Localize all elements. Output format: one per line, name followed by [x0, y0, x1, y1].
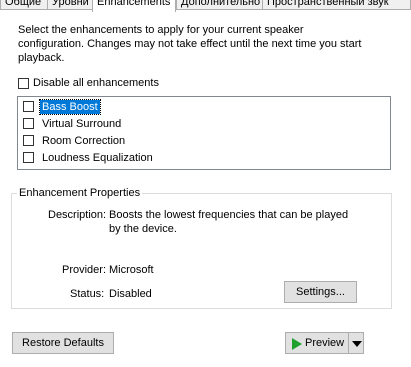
- intro-text-line-3: playback.: [18, 52, 65, 64]
- restore-defaults-button[interactable]: Restore Defaults: [12, 332, 114, 354]
- bass-boost-checkbox[interactable]: [23, 101, 34, 112]
- disable-all-label: Disable all enhancements: [33, 77, 159, 89]
- enhancement-item-virtual-surround[interactable]: Virtual Surround: [18, 116, 218, 132]
- preview-dropdown-button[interactable]: [348, 332, 364, 354]
- enhancement-label: Bass Boost: [39, 99, 101, 115]
- loudness-equalization-checkbox[interactable]: [23, 152, 34, 163]
- status-value: Disabled: [109, 288, 152, 300]
- intro-text-line-1: Select the enhancements to apply for you…: [18, 24, 304, 36]
- provider-label: Provider:: [62, 264, 107, 276]
- description-line-1: Boosts the lowest frequencies that can b…: [109, 209, 349, 221]
- disable-all-checkbox-box[interactable]: [18, 78, 29, 89]
- provider-value: Microsoft: [109, 264, 154, 276]
- enhancement-label: Virtual Surround: [42, 118, 122, 130]
- enhancement-item-bass-boost[interactable]: Bass Boost: [18, 99, 218, 115]
- enhancement-properties-title: Enhancement Properties: [17, 187, 143, 199]
- virtual-surround-checkbox[interactable]: [23, 118, 34, 129]
- description-label: Description:: [48, 209, 107, 221]
- enhancements-list[interactable]: Bass Boost Virtual Surround Room Correct…: [17, 96, 391, 170]
- play-icon: [292, 338, 302, 350]
- preview-label: Preview: [305, 337, 345, 349]
- disable-all-checkbox[interactable]: Disable all enhancements: [18, 77, 178, 91]
- room-correction-checkbox[interactable]: [23, 135, 34, 146]
- enhancement-label: Loudness Equalization: [42, 152, 153, 164]
- tab-divider: [0, 9, 411, 10]
- description-line-2: by the device.: [109, 223, 177, 235]
- settings-button[interactable]: Settings...: [284, 281, 357, 303]
- intro-text-line-2: configuration. Changes may not take effe…: [18, 38, 362, 50]
- tab-enhancements[interactable]: Enhancements: [92, 0, 176, 12]
- tab-strip: Общие Уровни Enhancements Дополнительно …: [0, 0, 411, 12]
- status-label: Status:: [70, 288, 105, 300]
- enhancement-item-room-correction[interactable]: Room Correction: [18, 133, 218, 149]
- enhancement-item-loudness-equalization[interactable]: Loudness Equalization: [18, 150, 218, 166]
- enhancement-label: Room Correction: [42, 135, 126, 147]
- chevron-down-icon: [352, 341, 362, 347]
- preview-button[interactable]: Preview: [285, 332, 349, 354]
